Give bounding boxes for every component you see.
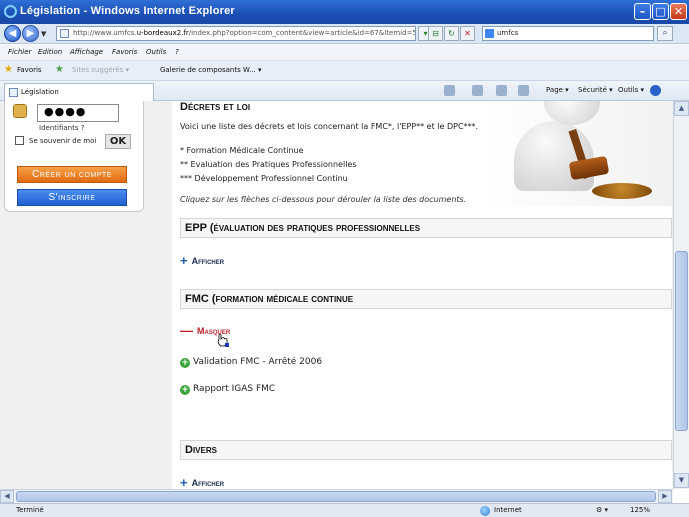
print-icon[interactable] xyxy=(518,85,529,96)
vertical-scrollbar[interactable]: ▲ ▼ xyxy=(673,101,689,489)
mail-icon[interactable] xyxy=(496,85,507,96)
google-icon xyxy=(485,29,494,38)
fav-sites-suggeres[interactable]: Sites suggérés ▾ xyxy=(72,66,129,74)
home-icon[interactable] xyxy=(444,85,455,96)
stop-icon[interactable]: ✕ xyxy=(460,26,475,41)
command-bar: Législation Page ▾ Sécurité ▾ Outils ▾ xyxy=(0,81,689,101)
security-menu[interactable]: Sécurité ▾ xyxy=(578,86,613,94)
menu-help[interactable]: ? xyxy=(175,48,179,56)
scroll-down-icon[interactable]: ▼ xyxy=(674,473,689,488)
minus-icon: — xyxy=(180,323,193,338)
epp-afficher-toggle[interactable]: + Afficher xyxy=(180,253,224,268)
favorites-button[interactable]: Favoris xyxy=(17,66,42,74)
vertical-scroll-thumb[interactable] xyxy=(675,251,688,431)
menu-outils[interactable]: Outils xyxy=(146,48,166,56)
judge-gavel-illustration xyxy=(484,101,672,206)
expand-circle-icon: + xyxy=(180,385,190,395)
back-button[interactable]: ◀ xyxy=(4,25,21,42)
abbr-fmc: * Formation Médicale Continue xyxy=(180,146,304,155)
identifiants-link[interactable]: Identifiants ? xyxy=(39,124,84,132)
ok-button[interactable]: OK xyxy=(105,134,131,149)
fav-galerie[interactable]: Galerie de composants W... ▾ xyxy=(160,66,262,74)
menu-edition[interactable]: Edition xyxy=(38,48,62,56)
password-field[interactable]: ●●●● xyxy=(37,104,119,122)
expand-circle-icon: + xyxy=(180,358,190,368)
protected-mode-icon[interactable]: ⚙ ▾ xyxy=(596,506,608,514)
abbr-epp: ** Evaluation des Pratiques Professionne… xyxy=(180,160,357,169)
menu-favoris[interactable]: Favoris xyxy=(112,48,137,56)
ie-logo-icon xyxy=(4,5,17,18)
search-icon[interactable]: ⌕ xyxy=(657,26,673,41)
menu-fichier[interactable]: Fichier xyxy=(8,48,31,56)
close-button[interactable]: ✕ xyxy=(670,3,687,20)
intro-text: Voici une liste des décrets et lois conc… xyxy=(180,122,479,131)
add-favorite-icon[interactable]: ★ xyxy=(55,64,64,75)
remember-me-checkbox[interactable] xyxy=(15,136,24,145)
create-account-button[interactable]: Créer un compte xyxy=(17,166,127,183)
signup-button[interactable]: S'inscrire xyxy=(17,189,127,206)
page-icon xyxy=(60,29,69,38)
scroll-right-icon[interactable]: ▶ xyxy=(658,490,672,503)
horizontal-scrollbar[interactable]: ◀ ▶ xyxy=(0,489,673,503)
globe-icon xyxy=(480,506,490,516)
forward-button[interactable]: ▶ xyxy=(22,25,39,42)
url-input[interactable]: http://www.umfcs.u-bordeaux2.fr/index.ph… xyxy=(56,26,416,41)
lock-icon xyxy=(13,104,27,118)
maximize-button[interactable]: □ xyxy=(652,3,669,20)
compatibility-icon[interactable]: ⊟ xyxy=(428,26,443,41)
scroll-up-icon[interactable]: ▲ xyxy=(674,101,689,116)
tab-legislation[interactable]: Législation xyxy=(4,83,154,101)
zone-label: Internet xyxy=(494,506,522,514)
help-icon[interactable] xyxy=(650,85,661,96)
address-bar: ◀ ▶ ▼ http://www.umfcs.u-bordeaux2.fr/in… xyxy=(0,24,689,44)
feeds-icon[interactable] xyxy=(472,85,483,96)
page-heading: Décrets et loi xyxy=(180,101,251,113)
plus-icon: + xyxy=(180,475,188,489)
doc-rapport-igas[interactable]: + Rapport IGAS FMC xyxy=(180,384,275,395)
hand-cursor-icon xyxy=(217,334,229,347)
status-bar: Terminé Internet ⚙ ▾ 125% xyxy=(0,503,689,517)
section-epp-header: EPP (évaluation des pratiques profession… xyxy=(180,218,672,238)
tab-page-icon xyxy=(9,88,18,97)
page-menu[interactable]: Page ▾ xyxy=(546,86,569,94)
remember-me-label: Se souvenir de moi xyxy=(29,137,97,145)
refresh-icon[interactable]: ↻ xyxy=(444,26,459,41)
instruction-text: Cliquez sur les flèches ci-dessous pour … xyxy=(180,195,467,204)
minimize-button[interactable]: – xyxy=(634,3,651,20)
plus-icon: + xyxy=(180,253,188,268)
divers-afficher-toggle[interactable]: + Afficher xyxy=(180,475,224,489)
section-fmc-header: FMC (formation médicale continue xyxy=(180,289,672,309)
history-dropdown-icon[interactable]: ▼ xyxy=(41,30,46,38)
status-text: Terminé xyxy=(16,506,44,514)
title-bar: Législation - Windows Internet Explorer … xyxy=(0,0,689,24)
browser-window: Législation - Windows Internet Explorer … xyxy=(0,0,689,517)
favorites-star-icon[interactable]: ★ xyxy=(4,64,13,75)
scroll-left-icon[interactable]: ◀ xyxy=(0,490,14,503)
tools-menu[interactable]: Outils ▾ xyxy=(618,86,644,94)
window-title: Législation - Windows Internet Explorer xyxy=(20,5,235,17)
horizontal-scroll-thumb[interactable] xyxy=(16,491,656,502)
login-panel: ●●●● Identifiants ? Se souvenir de moi O… xyxy=(4,101,144,212)
menu-bar: Fichier Edition Affichage Favoris Outils… xyxy=(0,45,689,61)
article-content: Décrets et loi Voici une liste des décre… xyxy=(172,101,672,489)
menu-affichage[interactable]: Affichage xyxy=(70,48,103,56)
favorites-bar: ★ Favoris ★ Sites suggérés ▾ Galerie de … xyxy=(0,61,689,81)
abbr-dpc: *** Développement Professionnel Continu xyxy=(180,174,348,183)
zoom-level[interactable]: 125% xyxy=(630,506,650,514)
page-viewport: ●●●● Identifiants ? Se souvenir de moi O… xyxy=(0,101,673,489)
section-divers-header: Divers xyxy=(180,440,672,460)
search-input[interactable]: umfcs xyxy=(482,26,654,41)
doc-validation-fmc[interactable]: + Validation FMC - Arrêté 2006 xyxy=(180,357,322,368)
